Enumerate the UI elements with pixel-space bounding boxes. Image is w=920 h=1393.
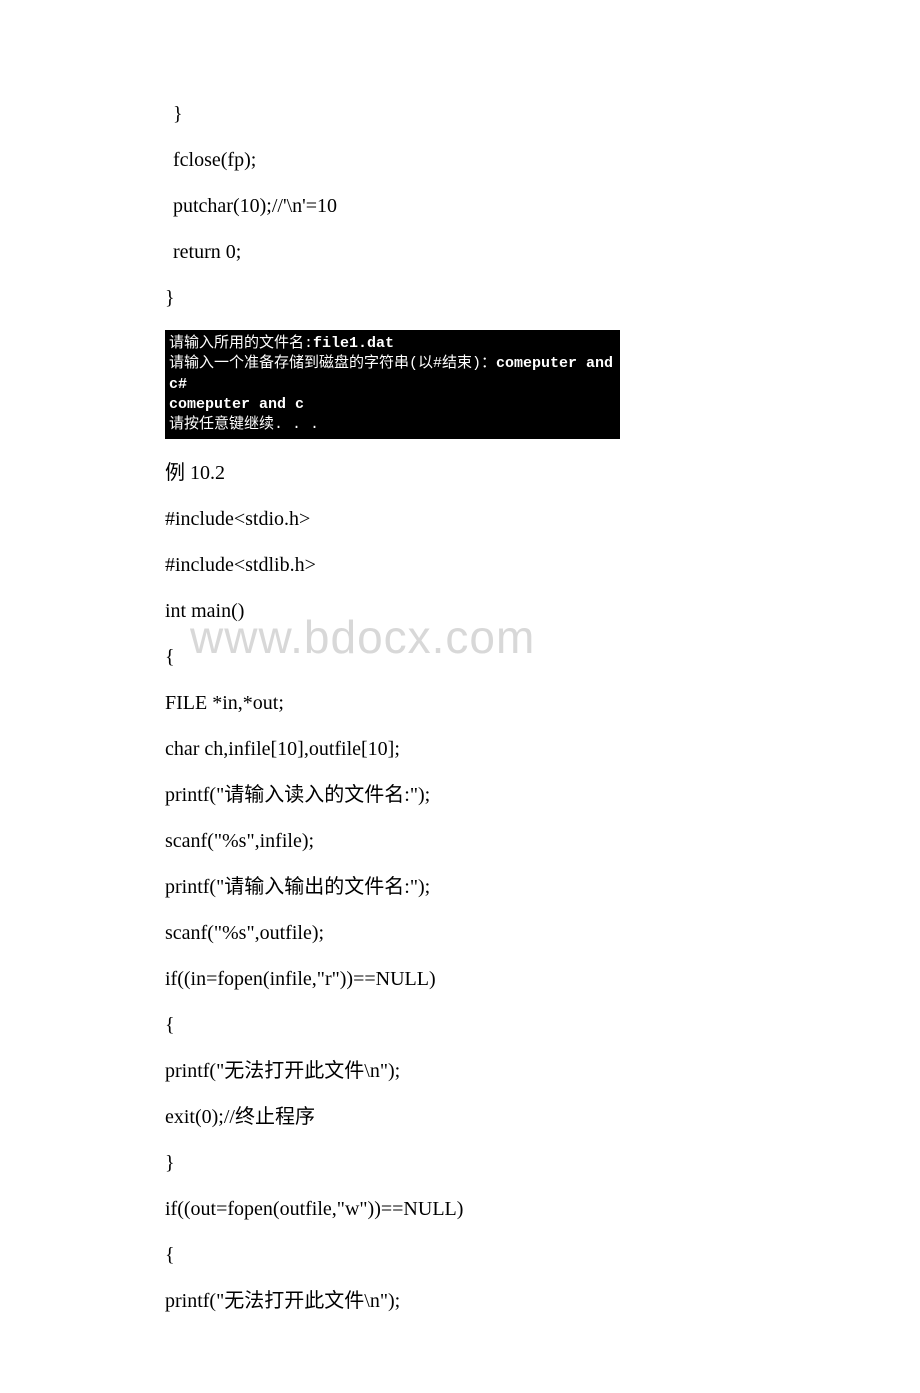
code-line: scanf("%s",infile); <box>165 827 755 855</box>
code-line: char ch,infile[10],outfile[10]; <box>165 735 755 763</box>
console-text: 请输入所用的文件名: <box>169 335 313 352</box>
console-bold: file1.dat <box>313 335 394 352</box>
console-text: 请输入一个准备存储到磁盘的字符串(以#结束)： <box>169 355 496 372</box>
code-line: } <box>165 284 755 312</box>
code-line: if((out=fopen(outfile,"w"))==NULL) <box>165 1195 755 1223</box>
code-line: int main() <box>165 597 755 625</box>
code-line: printf("无法打开此文件\n"); <box>165 1057 755 1085</box>
code-line: #include<stdio.h> <box>165 505 755 533</box>
console-output: 请输入所用的文件名:file1.dat 请输入一个准备存储到磁盘的字符串(以#结… <box>165 330 620 439</box>
document-content: } fclose(fp); putchar(10);//'\n'=10 retu… <box>165 100 755 1315</box>
code-line: FILE *in,*out; <box>165 689 755 717</box>
code-line: { <box>165 1011 755 1039</box>
code-line: if((in=fopen(infile,"r"))==NULL) <box>165 965 755 993</box>
code-line: } <box>165 1149 755 1177</box>
code-line: putchar(10);//'\n'=10 <box>165 192 755 220</box>
code-line: printf("无法打开此文件\n"); <box>165 1287 755 1315</box>
code-line: fclose(fp); <box>165 146 755 174</box>
code-line: printf("请输入输出的文件名:"); <box>165 873 755 901</box>
code-line: scanf("%s",outfile); <box>165 919 755 947</box>
console-text: 请按任意键继续. . . <box>169 415 616 435</box>
code-line: #include<stdlib.h> <box>165 551 755 579</box>
example-title: 例 10.2 <box>165 459 755 487</box>
code-line: { <box>165 1241 755 1269</box>
code-line: return 0; <box>165 238 755 266</box>
code-line: } <box>165 100 755 128</box>
code-line: exit(0);//终止程序 <box>165 1103 755 1131</box>
code-line: { <box>165 643 755 671</box>
code-line: printf("请输入读入的文件名:"); <box>165 781 755 809</box>
console-bold: comeputer and c <box>169 396 304 413</box>
